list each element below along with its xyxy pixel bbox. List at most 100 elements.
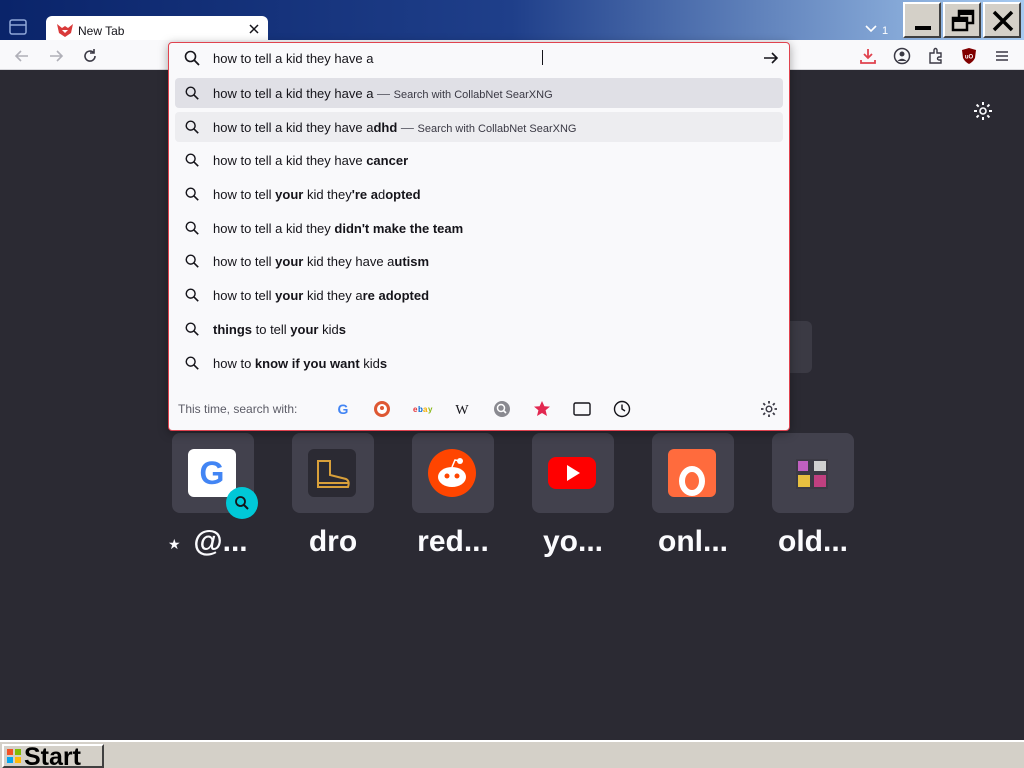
search-box-edge: [790, 321, 812, 373]
search-icon: [184, 152, 200, 171]
suggestion-bold-part: re adopted: [362, 288, 430, 303]
search-settings-gear-icon[interactable]: [759, 399, 779, 419]
list-all-tabs-button[interactable]: 1: [862, 22, 892, 38]
tabs-icon[interactable]: [572, 399, 592, 419]
suggestion-bold-part: s: [338, 322, 346, 337]
forward-arrow-icon[interactable]: [46, 46, 66, 66]
suggestion-row[interactable]: how to tell a kid they have cancer: [175, 145, 783, 175]
close-window-button[interactable]: [983, 2, 1021, 38]
google-icon[interactable]: G: [333, 399, 353, 419]
separator-dash: —: [397, 120, 418, 135]
suggestion-text: things to tell your kids: [213, 322, 346, 337]
back-arrow-icon[interactable]: [12, 46, 32, 66]
top-site-label: old...: [778, 525, 848, 558]
suggestion-bold-part: dhd: [373, 120, 398, 135]
text-caret: [542, 50, 543, 65]
suggestion-action: Search with CollabNet SearXNG: [417, 123, 577, 135]
suggestion-text: how to tell a kid they didn't make the t…: [213, 221, 463, 236]
google-icon: G: [188, 449, 236, 497]
close-tab-icon[interactable]: [246, 21, 262, 37]
tab-title: New Tab: [78, 24, 125, 38]
suggestion-row[interactable]: how to tell a kid they have adhd — Searc…: [175, 112, 783, 142]
suggestion-part: to tell: [252, 322, 291, 337]
page-settings-gear-icon[interactable]: [972, 100, 994, 122]
search-shortcut-badge-icon: [226, 487, 258, 519]
svg-text:G: G: [200, 455, 225, 491]
bookmarks-icon[interactable]: [532, 399, 552, 419]
go-arrow-icon[interactable]: [761, 48, 783, 68]
svg-text:G: G: [338, 401, 349, 417]
address-search-input[interactable]: [213, 47, 753, 69]
extensions-icon[interactable]: [926, 46, 946, 66]
suggestion-part: how to tell a kid they have: [213, 153, 367, 168]
separator-dash: —: [373, 86, 394, 101]
suggestion-bold-part: didn't make the team: [334, 221, 464, 236]
start-button[interactable]: Start: [2, 743, 104, 768]
suggestion-part: how to tell: [213, 187, 276, 202]
restore-button[interactable]: [943, 2, 981, 38]
suggestion-text: how to tell a kid they have cancer: [213, 153, 408, 168]
top-site-label: red...: [417, 525, 489, 558]
suggestion-part: how to tell a kid they have a: [213, 86, 374, 101]
taskbar: Start: [0, 740, 1024, 768]
fox-icon: [56, 21, 74, 39]
suggestion-text: how to tell your kid they're adopted: [213, 187, 421, 202]
onlyfans-icon: [668, 449, 716, 497]
search-icon: [184, 355, 200, 374]
downloads-icon[interactable]: [858, 46, 878, 66]
suggestion-bold-part: utism: [394, 254, 430, 269]
suggestion-row[interactable]: how to tell your kid they have autism: [175, 246, 783, 276]
search-icon: [184, 85, 200, 104]
suggestion-row[interactable]: things to tell your kids: [175, 314, 783, 344]
suggestion-bold-part: 're a: [351, 187, 378, 202]
firefox-view-icon[interactable]: [8, 18, 30, 36]
suggestion-action: Search with CollabNet SearXNG: [393, 89, 553, 101]
oldsite-icon: [788, 449, 836, 497]
urlbar-input-row: [169, 43, 789, 73]
wikipedia-icon[interactable]: W: [452, 399, 472, 419]
minimize-button[interactable]: [903, 2, 941, 38]
svg-text:W: W: [455, 403, 469, 418]
suggestion-text: how to tell your kid they have autism: [213, 254, 429, 269]
youtube-icon: [548, 449, 596, 497]
search-icon: [184, 287, 200, 306]
suggestion-row[interactable]: how to know if you want kids: [175, 348, 783, 378]
searxng-icon[interactable]: [492, 399, 512, 419]
suggestion-text: how to tell a kid they have a — Search w…: [213, 86, 553, 101]
reload-icon[interactable]: [80, 46, 100, 66]
suggestion-text: how to tell a kid they have adhd — Searc…: [213, 120, 576, 135]
suggestion-bold-part: your: [290, 322, 319, 337]
suggestion-row[interactable]: how to tell a kid they have a — Search w…: [175, 78, 783, 108]
tile-background: [532, 433, 614, 513]
one-off-label: This time, search with:: [178, 402, 298, 416]
suggestion-part: kid they a: [303, 288, 363, 303]
menu-icon[interactable]: [992, 46, 1012, 66]
suggestion-bold-part: your: [275, 288, 304, 303]
suggestion-row[interactable]: how to tell your kid they are adopted: [175, 280, 783, 310]
suggestion-row[interactable]: how to tell your kid they're adopted: [175, 179, 783, 209]
suggestion-bold-part: cancer: [366, 153, 409, 168]
suggestion-part: how to tell a kid they: [213, 221, 335, 236]
tile-background: [412, 433, 494, 513]
suggestion-bold-part: know if you want: [254, 356, 360, 371]
suggestion-bold-part: things: [213, 322, 252, 337]
account-icon[interactable]: [892, 46, 912, 66]
ebay-icon[interactable]: ebay: [412, 399, 433, 419]
suggestion-part: kid they: [303, 187, 352, 202]
suggestion-part: kid: [318, 322, 339, 337]
suggestion-text: how to tell your kid they are adopted: [213, 288, 429, 303]
ublock-origin-icon[interactable]: uO: [959, 46, 979, 66]
suggestion-row[interactable]: how to tell a kid they didn't make the t…: [175, 213, 783, 243]
search-icon: [184, 253, 200, 272]
tabs-count: 1: [882, 25, 889, 37]
reddit-icon: [428, 449, 476, 497]
top-site-label: yo...: [542, 525, 603, 558]
suggestion-text: how to know if you want kids: [213, 356, 387, 371]
search-icon: [184, 220, 200, 239]
svg-text:y: y: [428, 405, 433, 414]
duckduckgo-icon[interactable]: [372, 399, 392, 419]
suggestion-part: kid: [359, 356, 380, 371]
history-icon[interactable]: [612, 399, 632, 419]
one-off-search-row: This time, search with: G ebay W: [169, 393, 789, 425]
suggestion-part: how to tell a kid they have: [213, 120, 367, 135]
